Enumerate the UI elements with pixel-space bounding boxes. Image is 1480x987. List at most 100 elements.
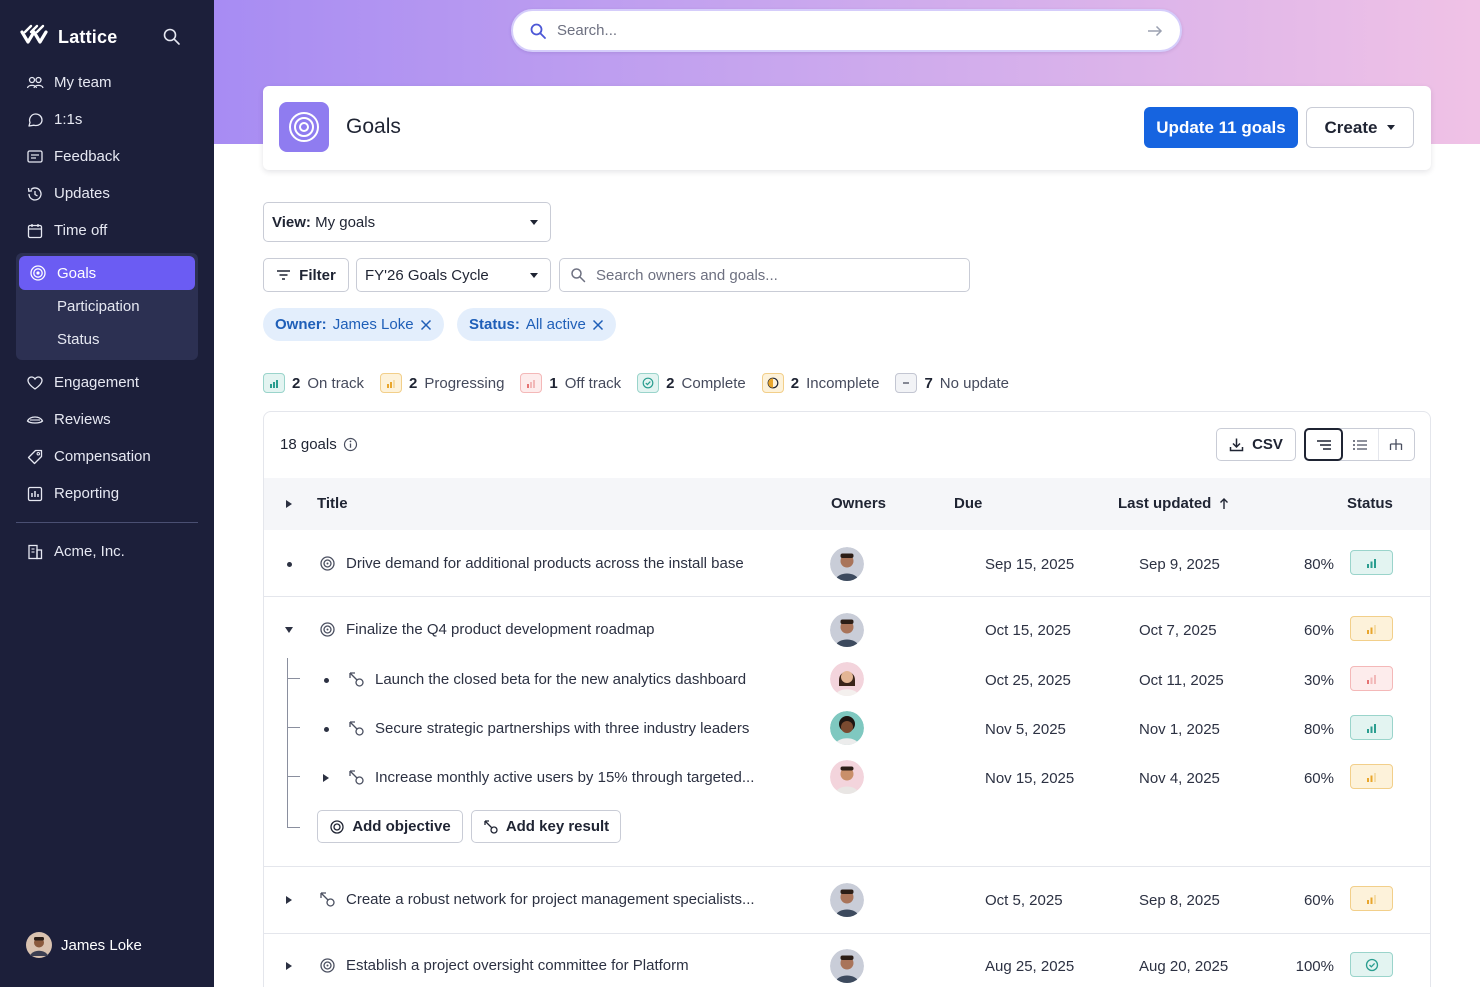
goal-title[interactable]: Finalize the Q4 product development road… [319, 621, 655, 638]
user-profile[interactable]: James Loke [26, 932, 142, 958]
owner-avatar[interactable] [830, 613, 864, 647]
goals-count-label: 18 goals [280, 436, 337, 453]
add-key-result-button[interactable]: Add key result [471, 810, 621, 843]
info-icon[interactable] [343, 437, 358, 452]
status-progressing-badge[interactable] [1350, 616, 1393, 641]
sidebar-item-time-off[interactable]: Time off [16, 212, 198, 249]
stat-progressing[interactable]: 2 Progressing [380, 373, 504, 393]
goal-title[interactable]: Secure strategic partnerships with three… [348, 720, 749, 737]
sidebar-subitem-status[interactable]: Status [19, 323, 195, 356]
column-last-updated[interactable]: Last updated [1118, 495, 1229, 512]
owner-avatar[interactable] [830, 949, 864, 983]
off-track-icon [1367, 674, 1376, 684]
sidebar-item-1-1s[interactable]: 1:1s [16, 101, 198, 138]
filter-icon [277, 270, 291, 280]
tree-view-button[interactable] [1304, 428, 1344, 461]
sidebar-item-updates[interactable]: Updates [16, 175, 198, 212]
view-select[interactable]: View: My goals [263, 202, 551, 242]
column-owners[interactable]: Owners [831, 495, 886, 512]
expand-toggle[interactable] [319, 771, 333, 785]
table-row[interactable]: Create a robust network for project mana… [264, 878, 1430, 922]
status-on-track-badge[interactable] [1350, 550, 1393, 575]
owner-avatar[interactable] [830, 760, 864, 794]
last-updated-date: Aug 20, 2025 [1139, 958, 1229, 975]
stat-off-track[interactable]: 1 Off track [520, 373, 621, 393]
table-row[interactable]: Increase monthly active users by 15% thr… [264, 756, 1430, 800]
due-date: Aug 25, 2025 [985, 958, 1075, 975]
search-icon [530, 23, 546, 39]
due-date: Nov 5, 2025 [985, 721, 1066, 738]
goal-title[interactable]: Establish a project oversight committee … [319, 957, 689, 974]
stat-incomplete[interactable]: 2 Incomplete [761, 373, 879, 393]
create-button[interactable]: Create [1306, 107, 1414, 148]
sidebar-item-feedback[interactable]: Feedback [16, 138, 198, 175]
goal-title[interactable]: Launch the closed beta for the new analy… [348, 671, 746, 688]
sidebar-item-my-team[interactable]: My team [16, 64, 198, 101]
close-icon[interactable] [420, 319, 432, 331]
status-on-track-badge[interactable] [1350, 715, 1393, 740]
column-due[interactable]: Due [954, 495, 982, 512]
list-view-button[interactable] [1342, 429, 1379, 460]
chevron-right-icon [286, 896, 292, 904]
close-icon[interactable] [592, 319, 604, 331]
stat-no-update[interactable]: 7 No update [895, 373, 1009, 393]
global-search[interactable] [511, 9, 1182, 52]
expand-toggle[interactable] [282, 893, 296, 907]
table-row[interactable]: Secure strategic partnerships with three… [264, 707, 1430, 751]
filter-button[interactable]: Filter [263, 258, 349, 292]
owner-avatar[interactable] [830, 883, 864, 917]
search-goals-input[interactable] [596, 266, 959, 284]
owner-avatar[interactable] [830, 547, 864, 581]
goals-table: 18 goals CSV Title Owners Due Last updat… [263, 411, 1431, 987]
expand-toggle[interactable] [282, 959, 296, 973]
cycle-select[interactable]: FY'26 Goals Cycle [356, 258, 551, 292]
table-row[interactable]: Finalize the Q4 product development road… [264, 608, 1430, 652]
search-icon[interactable] [162, 27, 182, 47]
brand[interactable]: Lattice [20, 24, 117, 50]
search-icon [571, 268, 586, 283]
status-complete-badge[interactable] [1350, 952, 1393, 977]
stat-on-track[interactable]: 2 On track [263, 373, 364, 393]
goal-title[interactable]: Drive demand for additional products acr… [319, 555, 744, 572]
arrow-right-icon[interactable] [1146, 22, 1164, 40]
status-progressing-badge[interactable] [1350, 764, 1393, 789]
search-owners-goals[interactable] [559, 258, 970, 292]
key-result-icon [349, 721, 364, 736]
sidebar-subitem-participation[interactable]: Participation [19, 290, 195, 323]
sidebar-item-engagement[interactable]: Engagement [16, 364, 198, 401]
sidebar-item-reporting[interactable]: Reporting [16, 475, 198, 512]
csv-export-button[interactable]: CSV [1216, 428, 1296, 461]
owner-filter-chip[interactable]: Owner: James Loke [263, 308, 444, 341]
progress-percent: 60% [1303, 622, 1334, 639]
status-progressing-badge[interactable] [1350, 886, 1393, 911]
org-chart-view-button[interactable] [1379, 429, 1414, 460]
sidebar-item-reviews[interactable]: Reviews [16, 401, 198, 438]
goal-title[interactable]: Create a robust network for project mana… [319, 891, 755, 908]
sidebar-item-compensation[interactable]: Compensation [16, 438, 198, 475]
table-row[interactable]: Establish a project oversight committee … [264, 944, 1430, 987]
column-status[interactable]: Status [1347, 495, 1393, 512]
collapse-toggle[interactable] [282, 623, 296, 637]
add-objective-button[interactable]: Add objective [317, 810, 463, 843]
owner-avatar[interactable] [830, 662, 864, 696]
update-goals-button[interactable]: Update 11 goals [1144, 107, 1298, 148]
sidebar-item-goals[interactable]: Goals [19, 256, 195, 290]
goal-title[interactable]: Increase monthly active users by 15% thr… [348, 769, 754, 786]
expand-all-toggle[interactable] [282, 497, 296, 511]
status-off-track-badge[interactable] [1350, 666, 1393, 691]
search-input[interactable] [557, 22, 1146, 39]
chip-value: All active [525, 316, 586, 333]
progress-percent: 80% [1303, 721, 1334, 738]
column-title[interactable]: Title [317, 495, 348, 512]
stat-count: 2 [409, 374, 418, 392]
status-filter-chip[interactable]: Status: All active [457, 308, 616, 341]
table-row[interactable]: Launch the closed beta for the new analy… [264, 658, 1430, 702]
key-result-icon [349, 770, 364, 785]
add-objective-label: Add objective [352, 818, 451, 835]
last-updated-date: Oct 7, 2025 [1139, 622, 1217, 639]
table-row[interactable]: Drive demand for additional products acr… [264, 542, 1430, 586]
chevron-down-icon [285, 627, 293, 633]
owner-avatar[interactable] [830, 711, 864, 745]
stat-complete[interactable]: 2 Complete [637, 373, 746, 393]
sidebar-item-company[interactable]: Acme, Inc. [16, 533, 198, 570]
